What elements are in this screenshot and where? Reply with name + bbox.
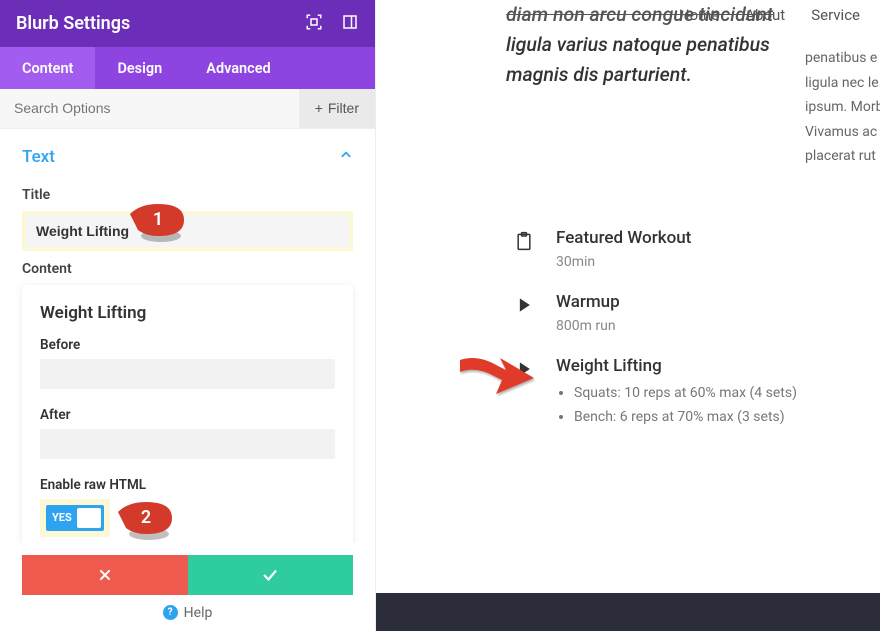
filter-button[interactable]: + Filter: [299, 89, 375, 128]
panel-title: Blurb Settings: [16, 13, 130, 34]
workout-title: Featured Workout: [556, 228, 691, 248]
save-button[interactable]: [188, 555, 354, 595]
after-label: After: [40, 407, 335, 423]
card-heading: Weight Lifting: [40, 303, 335, 323]
help-icon: ?: [163, 605, 178, 620]
live-preview: Home About Service diam non arcu congue …: [376, 0, 880, 631]
play-icon: [512, 292, 536, 334]
workout-bullets: Squats: 10 reps at 60% max (4 sets) Benc…: [556, 382, 797, 430]
workout-title: Warmup: [556, 292, 620, 312]
action-buttons: [22, 555, 353, 595]
hero-paragraph: diam non arcu congue tincidunt ligula va…: [506, 0, 786, 91]
dock-icon[interactable]: [341, 13, 359, 35]
plus-icon: +: [315, 100, 323, 116]
close-icon: [97, 567, 113, 583]
check-icon: [261, 566, 279, 584]
cancel-button[interactable]: [22, 555, 188, 595]
tab-design[interactable]: Design: [95, 47, 184, 89]
workout-title: Weight Lifting: [556, 356, 797, 376]
before-label: Before: [40, 337, 335, 353]
list-item: Warmup 800m run: [512, 292, 812, 334]
search-row: + Filter: [0, 89, 375, 129]
workout-meta: 800m run: [556, 318, 620, 334]
clipboard-icon: [512, 228, 536, 270]
play-icon: [512, 356, 536, 430]
help-link[interactable]: ? Help: [0, 595, 375, 631]
text-section: Text Title Content Weight Lifting Before…: [0, 129, 375, 543]
title-input-highlight: [22, 211, 353, 251]
before-input[interactable]: [40, 359, 335, 389]
content-field-label: Content: [22, 261, 353, 277]
enable-raw-label: Enable raw HTML: [40, 477, 335, 493]
title-input[interactable]: [26, 215, 349, 247]
chevron-up-icon: [339, 147, 353, 166]
panel-header: Blurb Settings: [0, 0, 375, 47]
raw-html-toggle[interactable]: YES: [46, 505, 104, 531]
nav-service[interactable]: Service: [811, 6, 860, 24]
title-field-label: Title: [22, 187, 353, 203]
content-editor-card: Weight Lifting Before After Enable raw H…: [22, 285, 353, 543]
section-heading[interactable]: Text: [22, 141, 353, 177]
section-title: Text: [22, 147, 55, 167]
tab-advanced[interactable]: Advanced: [184, 47, 292, 89]
settings-panel: Blurb Settings Content Design Advanced +…: [0, 0, 376, 631]
workout-meta: 30min: [556, 254, 691, 270]
toggle-highlight: YES: [40, 499, 110, 537]
expand-icon[interactable]: [305, 13, 323, 35]
settings-tabs: Content Design Advanced: [0, 47, 375, 89]
workout-list: Featured Workout 30min Warmup 800m run W…: [512, 228, 812, 452]
side-paragraph: penatibus e ligula nec le ipsum. Morb Vi…: [805, 46, 880, 169]
search-input[interactable]: [0, 100, 299, 116]
tab-content[interactable]: Content: [0, 47, 95, 89]
list-item: Featured Workout 30min: [512, 228, 812, 270]
toggle-knob: [77, 508, 101, 528]
preview-footer: [376, 593, 880, 631]
header-actions: [305, 13, 359, 35]
list-item: Weight Lifting Squats: 10 reps at 60% ma…: [512, 356, 812, 430]
after-input[interactable]: [40, 429, 335, 459]
